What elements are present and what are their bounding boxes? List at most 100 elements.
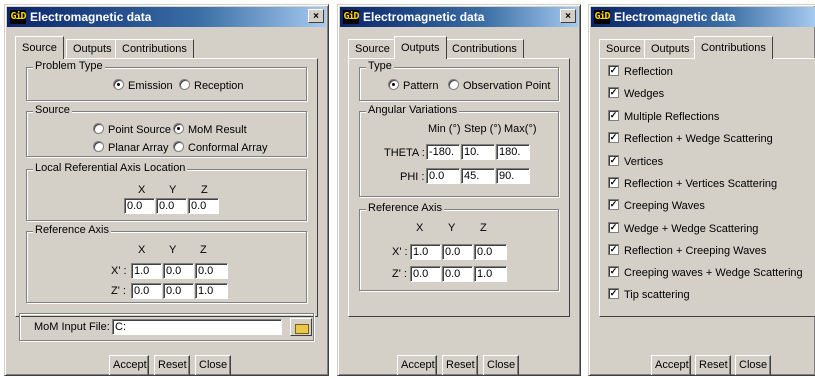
- theta-max-input[interactable]: 180.: [496, 144, 530, 160]
- radio-emission[interactable]: Emission: [113, 79, 173, 92]
- checkbox-label: Creeping waves + Wedge Scattering: [624, 267, 803, 279]
- column-header-z: Z: [200, 244, 207, 256]
- radio-conformal-array[interactable]: Conformal Array: [173, 141, 267, 154]
- local-y-input[interactable]: 0.0: [156, 198, 187, 214]
- header-max: Max(°): [504, 123, 537, 135]
- radio-button-icon: [93, 123, 104, 134]
- theta-min-input[interactable]: -180.: [426, 144, 460, 160]
- radio-point-source[interactable]: Point Source: [93, 123, 171, 136]
- checkbox-label: Wedge + Wedge Scattering: [624, 223, 759, 235]
- ref-z-prime-z-input[interactable]: 1.0: [195, 283, 228, 299]
- checkbox-creeping-waves-wedge-scattering[interactable]: Creeping waves + Wedge Scattering: [608, 266, 803, 279]
- group-title: Source: [33, 104, 72, 116]
- ref-x-prime-x-input[interactable]: 1.0: [131, 263, 162, 279]
- local-x-input[interactable]: 0.0: [124, 198, 155, 214]
- radio-mom-result[interactable]: MoM Result: [173, 123, 247, 136]
- tab-contributions[interactable]: Contributions: [445, 39, 524, 58]
- radio-button-icon: [179, 79, 190, 90]
- ref-z-prime-z-input[interactable]: 1.0: [474, 266, 507, 282]
- ref-x-prime-y-input[interactable]: 0.0: [442, 244, 473, 260]
- title-bar[interactable]: GiD Electromagnetic data ×: [340, 7, 578, 27]
- radio-label: Emission: [128, 80, 173, 92]
- theta-step-input[interactable]: 10.: [461, 144, 495, 160]
- column-header-z: Z: [480, 222, 487, 234]
- radio-button-icon: [173, 141, 184, 152]
- source-group: Source Point Source MoM Result Planar Ar…: [26, 104, 307, 157]
- close-icon[interactable]: ×: [560, 9, 576, 23]
- ref-z-prime-x-input[interactable]: 0.0: [410, 266, 441, 282]
- checkbox-reflection-creeping-waves[interactable]: Reflection + Creeping Waves: [608, 244, 766, 257]
- checkbox-wedges[interactable]: Wedges: [608, 87, 664, 100]
- local-z-input[interactable]: 0.0: [188, 198, 219, 214]
- tab-outputs[interactable]: Outputs: [644, 39, 697, 58]
- reset-button[interactable]: Reset: [442, 355, 478, 375]
- checkbox-vertices[interactable]: Vertices: [608, 155, 663, 168]
- ref-x-prime-z-input[interactable]: 0.0: [195, 263, 228, 279]
- ref-z-prime-x-input[interactable]: 0.0: [131, 283, 162, 299]
- ref-x-prime-z-input[interactable]: 0.0: [474, 244, 507, 260]
- ref-x-prime-y-input[interactable]: 0.0: [163, 263, 194, 279]
- reset-button[interactable]: Reset: [154, 355, 190, 375]
- checkbox-reflection[interactable]: Reflection: [608, 65, 673, 78]
- gid-app-icon: GiD: [10, 10, 27, 24]
- checkbox-icon: [608, 177, 619, 188]
- radio-planar-array[interactable]: Planar Array: [93, 141, 169, 154]
- source-tab-panel: Problem Type Emission Reception Source P…: [15, 58, 318, 317]
- accept-button[interactable]: Accept: [397, 355, 437, 375]
- radio-label: Conformal Array: [188, 142, 268, 154]
- accept-button[interactable]: Accept: [651, 355, 691, 375]
- tab-contributions[interactable]: Contributions: [115, 39, 194, 58]
- phi-min-input[interactable]: 0.0: [426, 168, 460, 184]
- close-button[interactable]: Close: [483, 355, 519, 375]
- gid-app-icon: GiD: [343, 10, 360, 24]
- column-header-x: X: [138, 244, 146, 256]
- checkbox-reflection-wedge-scattering[interactable]: Reflection + Wedge Scattering: [608, 132, 773, 145]
- column-header-y: Y: [448, 222, 456, 234]
- mom-input-file-field[interactable]: C:: [112, 319, 282, 335]
- checkbox-multiple-reflections[interactable]: Multiple Reflections: [608, 110, 719, 123]
- tab-contributions[interactable]: Contributions: [694, 36, 773, 59]
- title-bar[interactable]: GiD Electromagnetic data: [591, 7, 815, 27]
- reset-button[interactable]: Reset: [695, 355, 731, 375]
- radio-pattern[interactable]: Pattern: [388, 79, 438, 92]
- accept-button[interactable]: Accept: [109, 355, 149, 375]
- radio-observation-point[interactable]: Observation Point: [448, 79, 550, 92]
- folder-open-icon[interactable]: [290, 318, 312, 336]
- ref-z-prime-y-input[interactable]: 0.0: [163, 283, 194, 299]
- tab-source[interactable]: Source: [599, 39, 648, 58]
- phi-max-input[interactable]: 90.: [496, 168, 530, 184]
- em-dialog-outputs: GiD Electromagnetic data × Source Output…: [337, 4, 581, 376]
- row-label-z-prime: Z' :: [392, 268, 407, 280]
- checkbox-creeping-waves[interactable]: Creeping Waves: [608, 199, 705, 212]
- radio-label: MoM Result: [188, 124, 247, 136]
- checkbox-icon: [608, 65, 619, 76]
- checkbox-label: Reflection: [624, 66, 673, 78]
- title-bar[interactable]: GiD Electromagnetic data ×: [7, 7, 326, 27]
- radio-reception[interactable]: Reception: [179, 79, 244, 92]
- checkbox-label: Reflection + Wedge Scattering: [624, 133, 773, 145]
- checkbox-tip-scattering[interactable]: Tip scattering: [608, 288, 690, 301]
- close-icon[interactable]: ×: [308, 9, 324, 23]
- column-header-z: Z: [201, 184, 208, 196]
- window-title: Electromagnetic data: [614, 10, 736, 24]
- ref-x-prime-x-input[interactable]: 1.0: [410, 244, 441, 260]
- column-header-x: X: [138, 184, 146, 196]
- checkbox-label: Reflection + Creeping Waves: [624, 245, 767, 257]
- checkbox-reflection-vertices-scattering[interactable]: Reflection + Vertices Scattering: [608, 177, 777, 190]
- checkbox-icon: [608, 155, 619, 166]
- close-button[interactable]: Close: [195, 355, 231, 375]
- checkbox-wedge-wedge-scattering[interactable]: Wedge + Wedge Scattering: [608, 222, 758, 235]
- ref-z-prime-y-input[interactable]: 0.0: [442, 266, 473, 282]
- close-button[interactable]: Close: [735, 355, 771, 375]
- tab-outputs[interactable]: Outputs: [66, 39, 119, 58]
- checkbox-label: Vertices: [624, 156, 664, 168]
- phi-step-input[interactable]: 45.: [461, 168, 495, 184]
- group-title: Problem Type: [33, 60, 105, 72]
- tab-source[interactable]: Source: [15, 36, 64, 59]
- reference-axis-group: Reference Axis X Y Z X' : 1.0 0.0 0.0 Z'…: [359, 202, 559, 291]
- checkbox-label: Multiple Reflections: [624, 111, 720, 123]
- tab-source[interactable]: Source: [348, 39, 397, 58]
- type-group: Type Pattern Observation Point: [359, 60, 559, 101]
- radio-label: Reception: [194, 80, 244, 92]
- tab-outputs[interactable]: Outputs: [394, 36, 447, 59]
